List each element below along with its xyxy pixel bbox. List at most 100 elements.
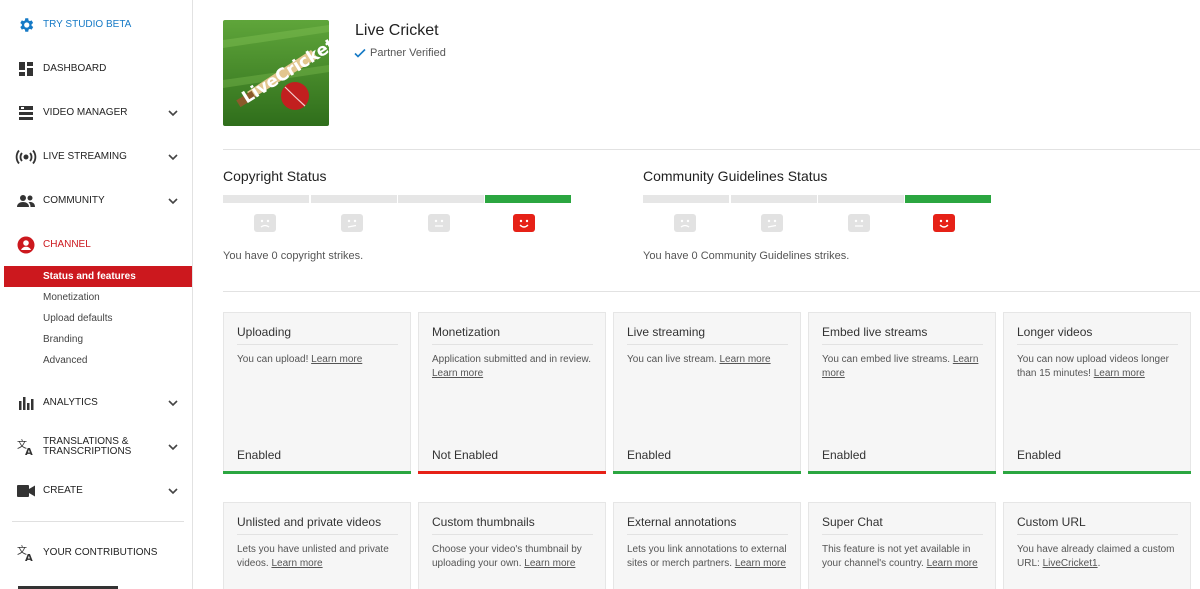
feature-card-description-text: You can live stream. [627, 354, 720, 365]
sidebar-item-create[interactable]: CREATE [0, 476, 192, 506]
sidebar-item-channel[interactable]: CHANNEL [0, 230, 192, 260]
section-divider [223, 149, 1200, 150]
sidebar-item-your-contributions[interactable]: 文A YOUR CONTRIBUTIONS [0, 538, 192, 568]
feature-card-title: Live streaming [627, 325, 706, 339]
strike-segment [311, 195, 397, 203]
feature-card-uploading: Uploading You can upload! Learn more Enabl… [223, 312, 411, 474]
feature-card-title: Uploading [237, 325, 292, 339]
chevron-down-icon[interactable] [166, 440, 180, 454]
sidebar-subitem-branding[interactable]: Branding [4, 329, 192, 350]
feature-card-divider [1017, 534, 1178, 535]
strike-segment [398, 195, 484, 203]
feature-card-description-text: You can embed live streams. [822, 354, 953, 365]
copyright-status: Copyright Status You have 0 copyright st… [223, 168, 573, 262]
gear-icon [17, 16, 35, 34]
check-icon [354, 48, 366, 58]
feature-card-external-annotations: External annotations Lets you link annota… [613, 502, 801, 589]
feature-card-status: Enabled [822, 448, 867, 462]
learn-more-link[interactable]: Learn more [719, 354, 770, 365]
feature-card-divider [822, 534, 983, 535]
sidebar: TRY STUDIO BETA DASHBOARD VIDEO MANAGER … [0, 0, 193, 589]
feature-card-title: Unlisted and private videos [237, 515, 382, 529]
learn-more-link[interactable]: Learn more [311, 354, 362, 365]
feature-card-title: Super Chat [822, 515, 883, 529]
community-strikes-text: You have 0 Community Guidelines strikes. [643, 250, 850, 262]
feature-card-live-streaming: Live streaming You can live stream. Learn… [613, 312, 801, 474]
chevron-down-icon[interactable] [166, 106, 180, 120]
strike-segment [818, 195, 904, 203]
feature-card-title: Monetization [432, 325, 501, 339]
community-guidelines-title: Community Guidelines Status [643, 168, 828, 184]
learn-more-link[interactable]: Learn more [432, 368, 483, 379]
main-content: LiveCricket Live Cricket Partner Verifie… [201, 0, 1200, 589]
feature-card-title: Embed live streams [822, 325, 928, 339]
sidebar-subitem-label: Status and features [43, 271, 136, 282]
sidebar-subitem-label: Monetization [43, 292, 100, 303]
feature-card-custom-thumbnails: Custom thumbnails Choose your video's thu… [418, 502, 606, 589]
feature-card-description: Application submitted and in review. Lea… [432, 353, 596, 381]
live-streaming-icon [15, 148, 37, 166]
feature-card-divider [822, 344, 983, 345]
strike-segment [223, 195, 309, 203]
learn-more-link[interactable]: LiveCricket1 [1043, 558, 1098, 569]
sidebar-item-live-streaming[interactable]: LIVE STREAMING [0, 142, 192, 172]
learn-more-link[interactable]: Learn more [735, 558, 786, 569]
feature-card-title: Custom URL [1017, 515, 1086, 529]
sidebar-item-community[interactable]: COMMUNITY [0, 186, 192, 216]
strike-segment [731, 195, 817, 203]
sidebar-item-dashboard[interactable]: DASHBOARD [0, 54, 192, 84]
sidebar-item-label: CHANNEL [43, 239, 91, 250]
feature-card-description: This feature is not yet available in you… [822, 543, 986, 571]
sidebar-subitem-label: Advanced [43, 355, 88, 366]
learn-more-link[interactable]: Learn more [524, 558, 575, 569]
community-icon [17, 192, 35, 210]
learn-more-link[interactable]: Learn more [271, 558, 322, 569]
feature-card-divider [627, 344, 788, 345]
unhappy-face-icon [761, 214, 783, 232]
translations-label-line2: TRANSCRIPTIONS [43, 446, 132, 457]
feature-card-description: Lets you have unlisted and private video… [237, 543, 401, 571]
dashboard-icon [17, 60, 35, 78]
feature-status-bar [808, 471, 996, 474]
sidebar-item-label: COMMUNITY [43, 195, 105, 206]
try-studio-beta-label: TRY STUDIO BETA [43, 19, 132, 30]
sidebar-item-video-manager[interactable]: VIDEO MANAGER [0, 98, 192, 128]
sidebar-divider [12, 521, 184, 522]
chevron-down-icon[interactable] [166, 396, 180, 410]
partner-status: Partner Verified [354, 47, 446, 59]
channel-name: Live Cricket [355, 22, 439, 39]
learn-more-link[interactable]: Learn more [927, 558, 978, 569]
neutral-face-icon [428, 214, 450, 232]
feature-status-bar [418, 471, 606, 474]
sidebar-item-analytics[interactable]: ANALYTICS [0, 388, 192, 418]
translate-icon: 文A [17, 438, 35, 456]
chevron-down-icon[interactable] [166, 150, 180, 164]
feature-card-description-suffix: . [1097, 558, 1101, 569]
neutral-face-icon [848, 214, 870, 232]
sidebar-item-translations[interactable]: 文A TRANSLATIONS & TRANSCRIPTIONS [0, 432, 192, 462]
try-studio-beta-link[interactable]: TRY STUDIO BETA [0, 10, 192, 40]
sidebar-subitem-status-and-features[interactable]: Status and features [4, 266, 192, 287]
sidebar-subitem-advanced[interactable]: Advanced [4, 350, 192, 371]
section-divider [223, 291, 1200, 292]
feature-card-description: You have already claimed a custom URL: L… [1017, 543, 1181, 571]
copyright-status-title: Copyright Status [223, 168, 327, 184]
feature-card-description: Choose your video's thumbnail by uploadi… [432, 543, 596, 571]
chevron-down-icon[interactable] [166, 484, 180, 498]
sidebar-subitem-upload-defaults[interactable]: Upload defaults [4, 308, 192, 329]
sidebar-subitem-monetization[interactable]: Monetization [4, 287, 192, 308]
feature-card-title: Longer videos [1017, 325, 1093, 339]
sad-face-icon [674, 214, 696, 232]
feature-card-status: Enabled [627, 448, 672, 462]
feature-card-description: You can now upload videos longer than 15… [1017, 353, 1181, 381]
happy-face-icon [933, 214, 955, 232]
feature-card-status: Not Enabled [432, 448, 499, 462]
channel-thumbnail[interactable]: LiveCricket [223, 20, 329, 126]
feature-status-bar [613, 471, 801, 474]
sidebar-item-label: VIDEO MANAGER [43, 107, 128, 118]
learn-more-link[interactable]: Learn more [1094, 368, 1145, 379]
partner-status-label: Partner Verified [370, 47, 446, 59]
chevron-down-icon[interactable] [166, 194, 180, 208]
feature-card-custom-url: Custom URL You have already claimed a cus… [1003, 502, 1191, 589]
strike-segment-current [905, 195, 991, 203]
